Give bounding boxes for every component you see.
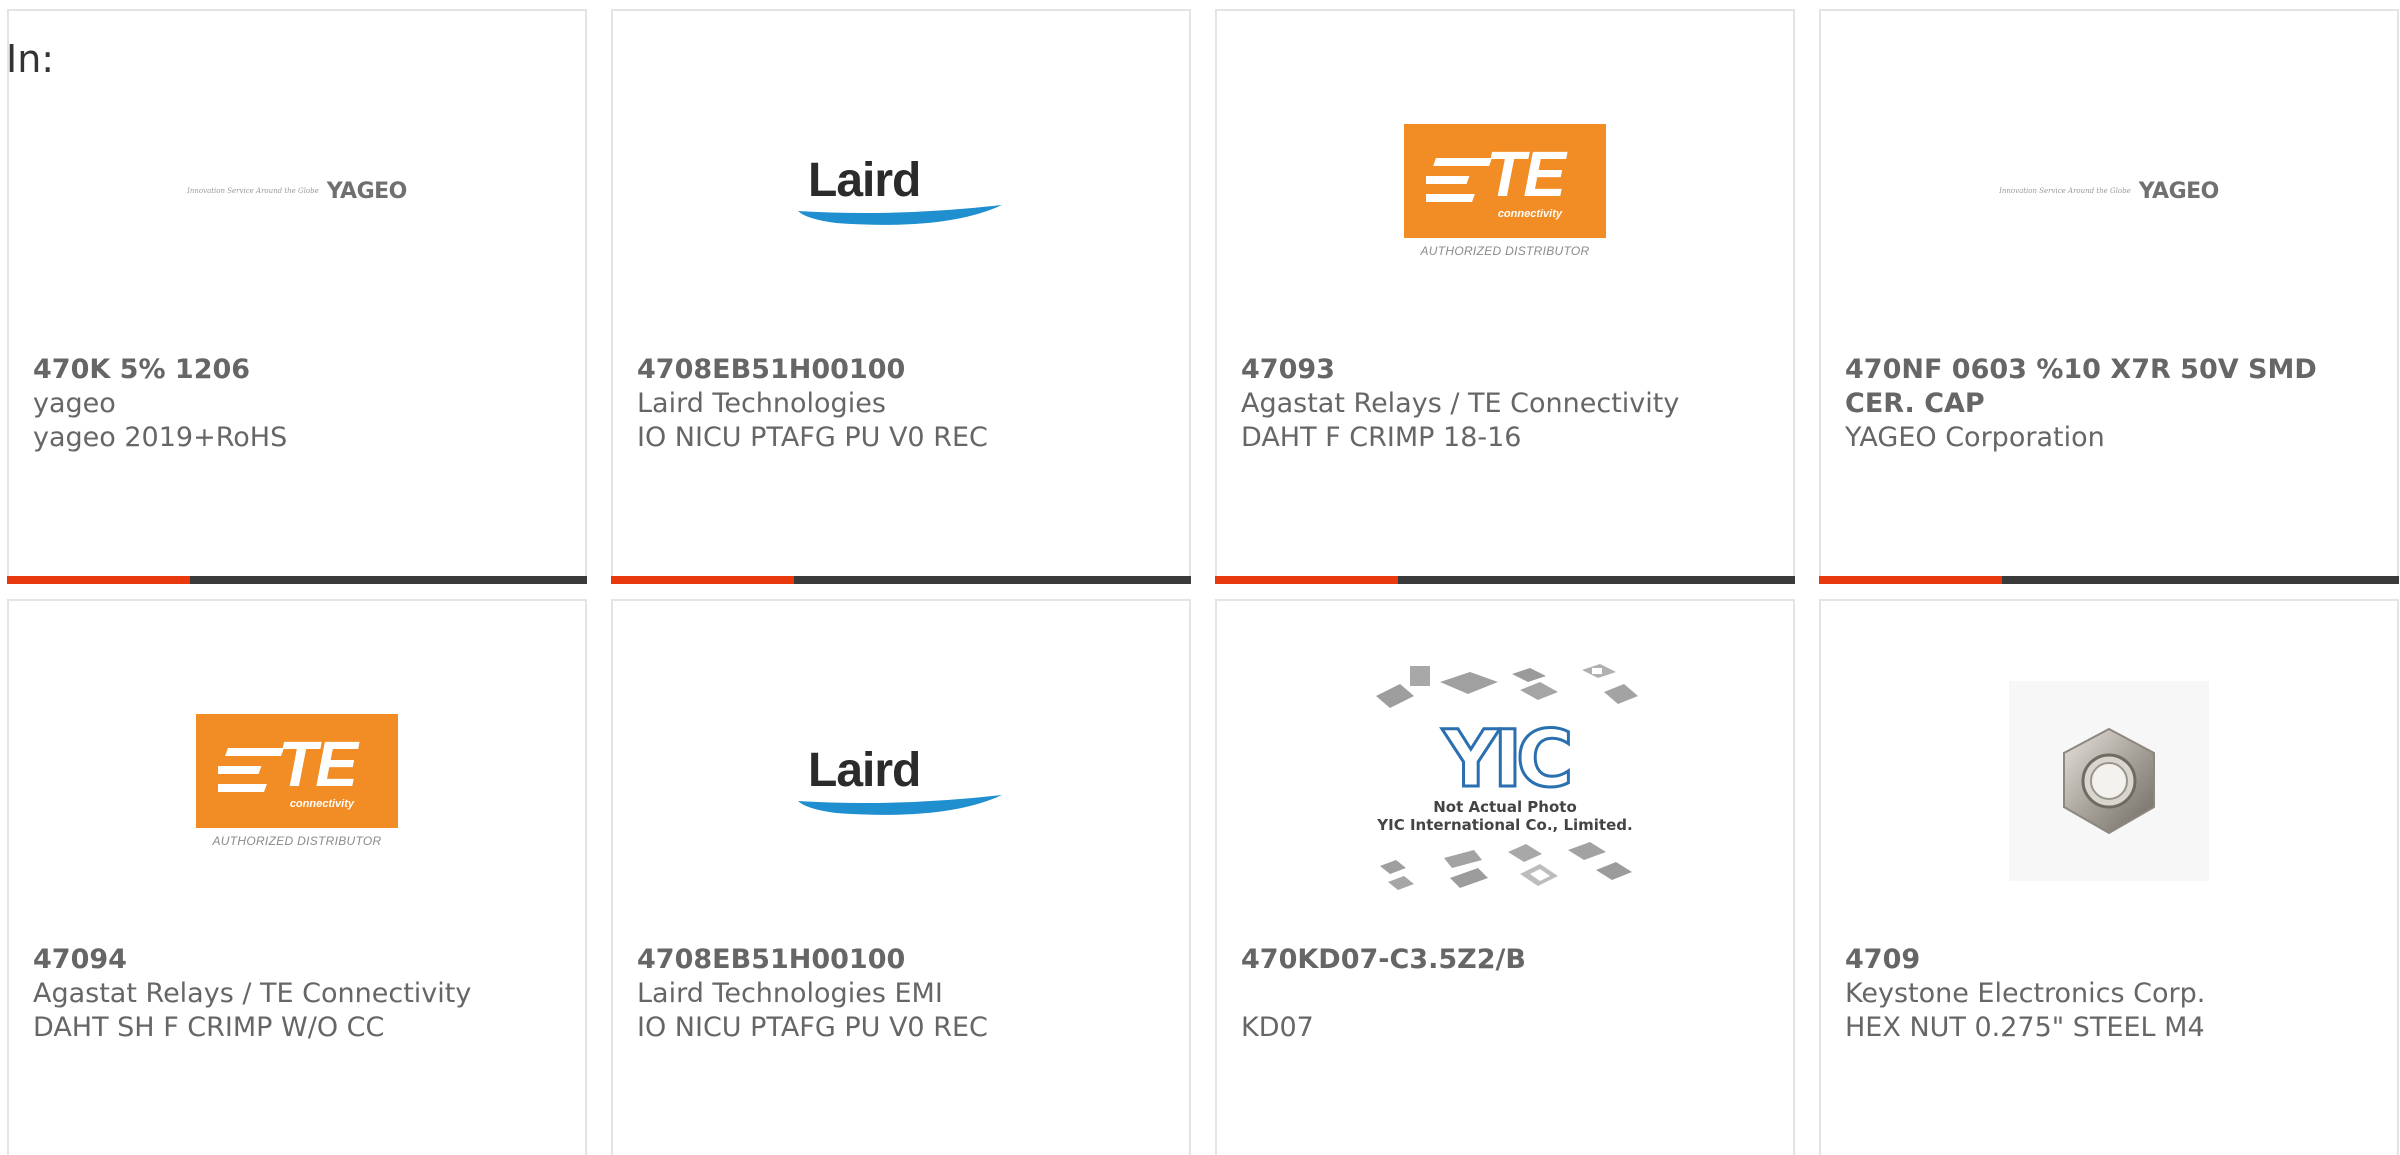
product-card[interactable]: YIC Not Actual Photo YIC International C… (1215, 599, 1795, 1155)
product-image[interactable]: TE connectivity AUTHORIZED DISTRIBUTOR (9, 641, 585, 921)
description: IO NICU PTAFG PU V0 REC (637, 422, 988, 453)
manufacturer: YAGEO Corporation (1845, 422, 2105, 453)
part-number[interactable]: 4708EB51H00100 (637, 353, 1165, 387)
product-image[interactable]: Laird (613, 641, 1189, 921)
part-number[interactable]: 470NF 0603 %10 X7R 50V SMD CER. CAP (1845, 353, 2373, 421)
manufacturer: Agastat Relays / TE Connectivity (33, 978, 472, 1009)
product-card[interactable]: Laird 4708EB51H00100 Laird Technologies … (611, 599, 1191, 1155)
product-image[interactable]: Innovation Service Around the Globe YAGE… (9, 51, 585, 331)
product-card[interactable]: Innovation Service Around the Globe YAGE… (7, 9, 587, 584)
description: HEX NUT 0.275" STEEL M4 (1845, 1012, 2205, 1043)
manufacturer: Laird Technologies (637, 388, 886, 419)
description: KD07 (1241, 1012, 1314, 1043)
description: DAHT F CRIMP 18-16 (1241, 422, 1522, 453)
card-bottom-bar (7, 576, 587, 584)
part-number[interactable]: 47093 (1241, 353, 1769, 387)
manufacturer (1241, 977, 1769, 1011)
te-connectivity-logo-icon: TE connectivity AUTHORIZED DISTRIBUTOR (1404, 124, 1606, 258)
product-card[interactable]: Laird 4708EB51H00100 Laird Technologies … (611, 9, 1191, 584)
manufacturer: Agastat Relays / TE Connectivity (1241, 388, 1680, 419)
part-number[interactable]: 4709 (1845, 943, 2373, 977)
product-grid-page: In: Innovation Service Around the Globe … (0, 0, 2400, 1155)
part-number[interactable]: 470K 5% 1206 (33, 353, 561, 387)
manufacturer: Laird Technologies EMI (637, 978, 943, 1009)
description (1845, 455, 2373, 489)
manufacturer: Keystone Electronics Corp. (1845, 978, 2206, 1009)
part-number[interactable]: 47094 (33, 943, 561, 977)
card-bottom-bar (611, 576, 1191, 584)
product-card[interactable]: TE connectivity AUTHORIZED DISTRIBUTOR 4… (1215, 9, 1795, 584)
product-card[interactable]: TE connectivity AUTHORIZED DISTRIBUTOR 4… (7, 599, 587, 1155)
product-image[interactable]: TE connectivity AUTHORIZED DISTRIBUTOR (1217, 51, 1793, 331)
laird-logo-icon: Laird (796, 741, 1006, 821)
yageo-logo-icon: Innovation Service Around the Globe YAGE… (187, 178, 407, 204)
product-image[interactable]: Laird (613, 51, 1189, 331)
product-image[interactable]: YIC Not Actual Photo YIC International C… (1217, 641, 1793, 921)
svg-text:YIC: YIC (1442, 715, 1570, 805)
filter-label: In: (6, 37, 55, 81)
product-card[interactable]: 4709 Keystone Electronics Corp. HEX NUT … (1819, 599, 2399, 1155)
part-number[interactable]: 4708EB51H00100 (637, 943, 1165, 977)
part-number[interactable]: 470KD07-C3.5Z2/B (1241, 943, 1769, 977)
description: IO NICU PTAFG PU V0 REC (637, 1012, 988, 1043)
manufacturer: yageo (33, 388, 116, 419)
description: yageo 2019+RoHS (33, 422, 288, 453)
product-image[interactable] (1821, 641, 2397, 921)
hex-nut-photo-icon (2009, 681, 2209, 881)
yageo-logo-icon: Innovation Service Around the Globe YAGE… (1999, 178, 2219, 204)
product-card[interactable]: Innovation Service Around the Globe YAGE… (1819, 9, 2399, 584)
te-connectivity-logo-icon: TE connectivity AUTHORIZED DISTRIBUTOR (196, 714, 398, 848)
product-image[interactable]: Innovation Service Around the Globe YAGE… (1821, 51, 2397, 331)
description: DAHT SH F CRIMP W/O CC (33, 1012, 385, 1043)
card-bottom-bar (1215, 576, 1795, 584)
yic-placeholder-icon: YIC Not Actual Photo YIC International C… (1370, 656, 1640, 906)
card-bottom-bar (1819, 576, 2399, 584)
laird-logo-icon: Laird (796, 151, 1006, 231)
